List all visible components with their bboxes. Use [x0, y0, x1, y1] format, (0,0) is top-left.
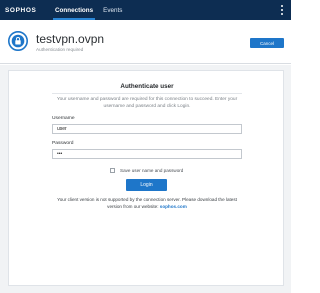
cancel-button[interactable]: Cancel: [250, 38, 284, 48]
username-label: Username: [52, 116, 75, 121]
version-notice: Your client version is not supported by …: [52, 197, 242, 210]
authenticate-user-card: Authenticate user Your username and pass…: [8, 70, 284, 286]
remember-label: Save user name and password: [120, 168, 184, 173]
login-button[interactable]: Login: [126, 179, 167, 191]
sophos-logo: SOPHOS: [5, 6, 37, 14]
top-navigation-bar: SOPHOS Connections Events: [0, 0, 291, 20]
tab-events[interactable]: Events: [98, 0, 127, 20]
divider: [52, 93, 242, 94]
password-label: Password: [52, 141, 74, 146]
sophos-link[interactable]: sophos.com: [160, 204, 187, 209]
vpn-connection-icon: [8, 31, 28, 51]
remember-credentials[interactable]: Save user name and password: [110, 168, 183, 173]
connection-title: testvpn.ovpn: [36, 32, 105, 46]
card-description: Your username and password are required …: [56, 97, 238, 109]
connection-header: testvpn.ovpn Authentication required Can…: [0, 20, 291, 64]
kebab-menu-icon[interactable]: [280, 5, 283, 15]
tab-connections[interactable]: Connections: [50, 0, 98, 20]
password-field[interactable]: •••: [52, 149, 242, 159]
version-notice-text: Your client version is not supported by …: [57, 197, 237, 209]
connection-status: Authentication required: [36, 47, 84, 52]
card-title: Authenticate user: [120, 83, 174, 90]
remember-checkbox[interactable]: [110, 168, 115, 173]
username-field[interactable]: user: [52, 124, 242, 134]
